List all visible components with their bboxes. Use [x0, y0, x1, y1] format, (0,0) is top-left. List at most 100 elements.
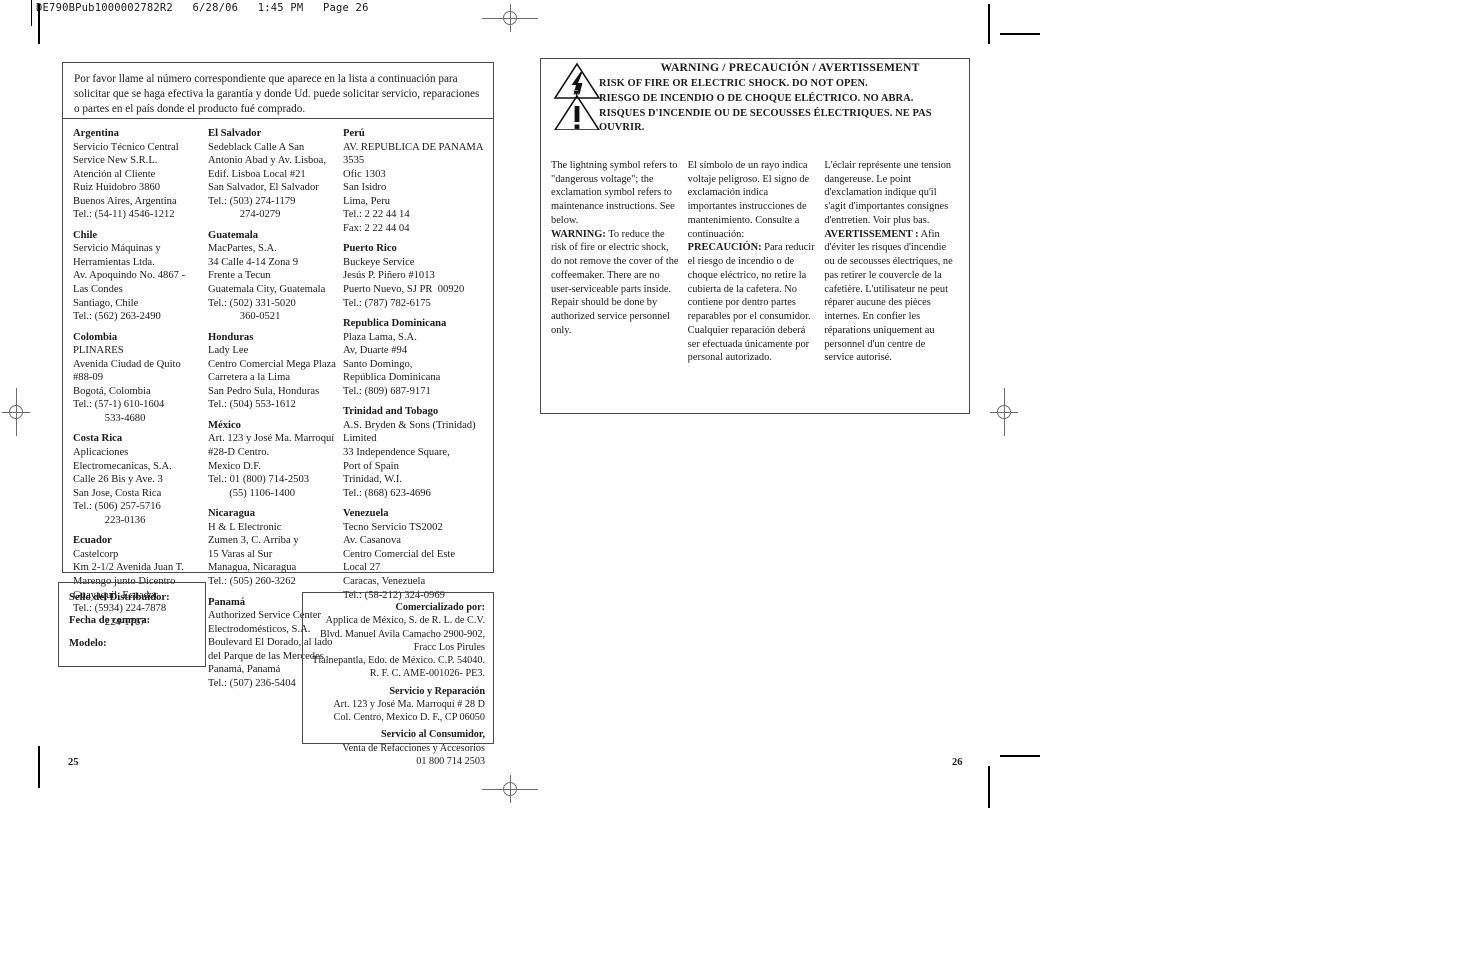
country-name: México: [208, 419, 241, 431]
country-name: Costa Rica: [73, 433, 123, 445]
french-intro: L'éclair représente une tension dangereu…: [824, 160, 952, 226]
address-line: Zumen 3, C. Arriba y: [208, 535, 299, 547]
exclamation-warning-triangle-icon: [553, 94, 601, 131]
address-line: Port of Spain: [343, 460, 399, 472]
address-line: Servicio Técnico Central: [73, 141, 179, 153]
address-line: Managua, Nicaragua: [208, 562, 297, 574]
english-intro: The lightning symbol refers to "dangerou…: [551, 160, 678, 226]
phone-line: Tel.: (54-11) 4546-1212: [73, 209, 175, 221]
address-line: Edif. Lisboa Local #21: [208, 168, 306, 180]
address-line: Aplicaciones: [73, 447, 129, 459]
country-name: Colombia: [73, 331, 118, 343]
servicio-consumidor-line: Venta de Refacciones y Accesorios: [342, 742, 485, 754]
warning-symbols: [553, 62, 601, 131]
address-line: H & L Electronic: [208, 521, 282, 533]
address-line: Carretera a la Lima: [208, 372, 291, 384]
warning-title: WARNING / PRECAUCIÓN / AVERTISSEMENT: [660, 61, 920, 74]
french-warning-label: AVERTISSEMENT :: [824, 228, 919, 240]
address-line: Buenos Aires, Argentina: [73, 195, 177, 207]
document-page: DE790BPub1000002782R2 6/28/06 1:45 PM Pa…: [0, 0, 1475, 954]
address-line: Mexico D.F.: [208, 460, 261, 472]
country-name: Ecuador: [73, 535, 112, 547]
address-line: Puerto Nuevo, SJ PR 00920: [343, 284, 465, 296]
directory-entry-nicaragua: Nicaragua H & L Electronic Zumen 3, C. A…: [208, 507, 337, 588]
country-name: Republica Dominicana: [343, 318, 447, 330]
address-line: 15 Varas al Sur: [208, 548, 273, 560]
page-number-right: 26: [952, 757, 963, 768]
address-line: Herramientas Ltda.: [73, 256, 155, 268]
address-line: San Salvador, El Salvador: [208, 182, 319, 194]
warning-line-english: RISK OF FIRE OR ELECTRIC SHOCK. DO NOT O…: [599, 78, 868, 89]
warning-column-english: The lightning symbol refers to "dangerou…: [551, 159, 688, 365]
dealer-stamp-label: Sello del Distribuidor:: [69, 592, 170, 603]
address-line: Castelcorp: [73, 548, 119, 560]
purchase-date-label: Fecha de compra:: [69, 615, 151, 626]
address-line: #88-09: [73, 372, 104, 384]
address-line: Av, Duarte #94: [343, 345, 408, 357]
english-warning-label: WARNING:: [551, 228, 606, 240]
directory-entry-puerto-rico: Puerto Rico Buckeye Service Jesús P. Piñ…: [343, 242, 477, 310]
address-line: Local 27: [343, 562, 381, 574]
lightning-bolt-warning-triangle-icon: [553, 62, 601, 99]
directory-entry-mexico: México Art. 123 y José Ma. Marroquí #28-…: [208, 419, 337, 500]
address-line: Km 2-1/2 Avenida Juan T.: [73, 562, 184, 574]
country-name: Guatemala: [208, 229, 259, 241]
address-line: 33 Independence Square,: [343, 447, 450, 459]
warning-column-spanish: El símbolo de un rayo indica voltaje pel…: [688, 159, 825, 365]
comercializado-line: Blvd. Manuel Avila Camacho 2900-902,: [319, 628, 485, 640]
left-page: Por favor llame al número correspondient…: [0, 0, 515, 954]
address-line: Frente a Tecun: [208, 270, 271, 282]
english-warning-body: To reduce the risk of fire or electric s…: [551, 228, 679, 336]
address-line: Santo Domingo,: [343, 358, 413, 370]
phone-line: Tel.: 01 (800) 714-2503: [208, 474, 310, 486]
address-line: Art. 123 y José Ma. Marroquí: [208, 433, 335, 445]
country-name: Puerto Rico: [343, 243, 397, 255]
phone-line: Tel.: (809) 687-9171: [343, 385, 431, 397]
servicio-reparacion-title: Servicio y Reparación: [389, 685, 485, 697]
french-warning-paragraph: AVERTISSEMENT : Afin d'éviter les risque…: [824, 228, 953, 365]
address-line: PLINARES: [73, 345, 124, 357]
fax-line: Fax: 2 22 44 04: [343, 222, 410, 234]
phone-line-alt: 274-0279: [208, 209, 281, 221]
address-line: Guatemala City, Guatemala: [208, 284, 326, 296]
directory-entry-peru: Perú AV. REPUBLICA DE PANAMA 3535 Ofic 1…: [343, 127, 484, 235]
address-line: Lady Lee: [208, 345, 249, 357]
spanish-intro: El símbolo de un rayo indica voltaje pel…: [687, 160, 810, 240]
phone-line: Tel.: (502) 331-5020: [208, 297, 296, 309]
country-name: Nicaragua: [208, 508, 256, 520]
directory-entry-el-salvador: El Salvador Sedeblack Calle A San Antoni…: [208, 127, 337, 222]
phone-line: Tel.: 2 22 44 14: [343, 209, 410, 221]
address-line: Atención al Cliente: [73, 168, 156, 180]
service-directory-box: Argentina Servicio Técnico Central Servi…: [62, 118, 494, 689]
directory-entry-argentina: Argentina Servicio Técnico Central Servi…: [73, 127, 202, 222]
directory-entry-venezuela: Venezuela Tecno Servicio TS2002 Av. Casa…: [343, 507, 477, 602]
directory-entry-guatemala: Guatemala MacPartes, S.A. 34 Calle 4-14 …: [208, 229, 337, 324]
comercializado-line: Applica de México, S. de R. L. de C.V.: [325, 615, 485, 627]
model-label: Modelo:: [69, 638, 107, 649]
address-line: Santiago, Chile: [73, 297, 139, 309]
warning-line-spanish: RIESGO DE INCENDIO O DE CHOQUE ELÉCTRICO…: [599, 92, 914, 104]
spanish-warning-body: Para reducir el riesgo de incendio o de …: [687, 242, 815, 364]
address-line: Buckeye Service: [343, 256, 415, 268]
servicio-reparacion-line: Col. Centro, Mexico D. F., CP 06050: [333, 712, 485, 723]
address-line: Av. Apoquindo No. 4867 -: [73, 270, 186, 282]
directory-entry-chile: Chile Servicio Máquinas y Herramientas L…: [73, 229, 202, 324]
phone-line-alt: 223-0136: [73, 514, 146, 526]
address-line: República Dominicana: [343, 372, 441, 384]
warning-line-french: RISQUES D'INCENDIE OU DE SECOUSSES ÉLECT…: [599, 107, 932, 134]
address-line: Jesús P. Piñero #1013: [343, 270, 435, 282]
phone-line: Tel.: (787) 782-6175: [343, 297, 431, 309]
warranty-intro-box: Por favor llame al número correspondient…: [62, 62, 494, 125]
country-name: Perú: [343, 128, 365, 139]
address-line: Bogotá, Colombia: [73, 385, 151, 397]
address-line: Limited: [343, 433, 377, 445]
address-line: Tecno Servicio TS2002: [343, 521, 443, 533]
phone-line-alt: 533-4680: [73, 412, 146, 424]
address-line: Caracas, Venezuela: [343, 575, 426, 587]
address-line: Servicio Máquinas y: [73, 243, 161, 255]
servicio-consumidor-line: 01 800 714 2503: [416, 755, 485, 767]
address-line: Avenida Ciudad de Quito: [73, 358, 181, 370]
phone-line: Tel.: (504) 553-1612: [208, 399, 296, 411]
warning-column-french: L'éclair représente une tension dangereu…: [824, 159, 961, 365]
comercializado-title: Comercializado por:: [395, 602, 486, 613]
